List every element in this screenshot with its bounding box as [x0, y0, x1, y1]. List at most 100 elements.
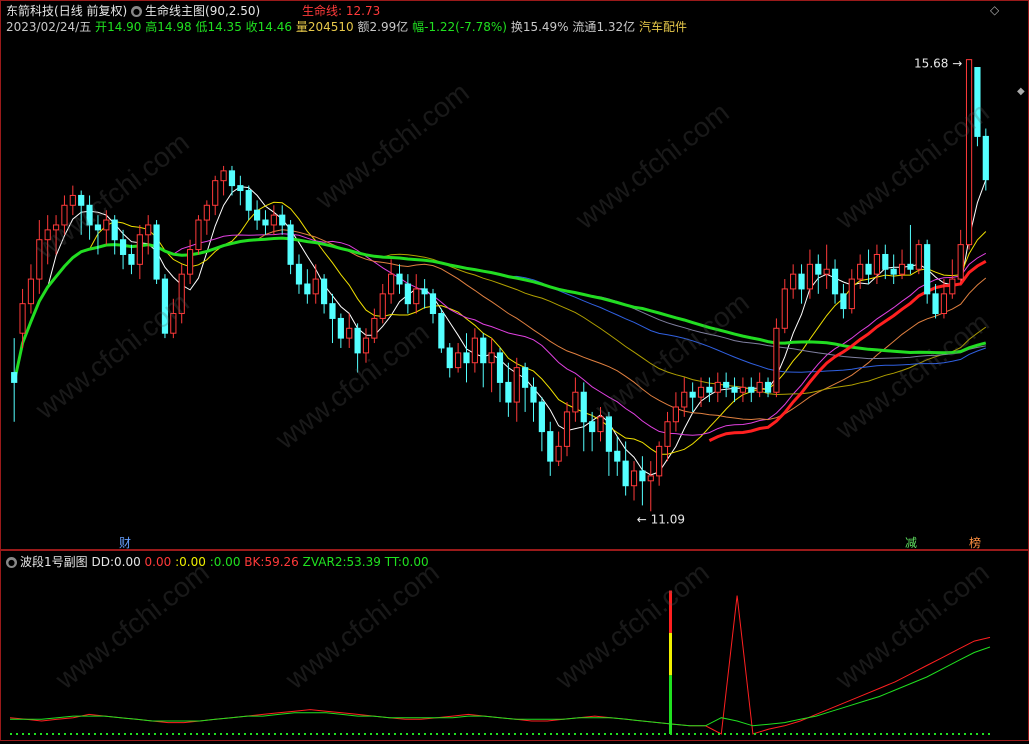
candle-body — [329, 303, 336, 319]
candle-body — [756, 381, 763, 393]
candle-body — [773, 327, 780, 393]
candle-body — [572, 391, 579, 413]
candle-body — [371, 317, 378, 339]
candle-body — [362, 337, 370, 354]
main-chart-svg[interactable]: 15.68 → ← 11.09 财 减 榜 — [0, 0, 1029, 550]
lifeline-label: 生命线: — [302, 4, 343, 18]
candle-body — [287, 224, 294, 265]
zvar2-label: ZVAR2: — [302, 555, 347, 569]
candle-body — [429, 293, 437, 315]
v1-value: 0.00 — [144, 555, 172, 569]
low-value: 14.35 — [207, 20, 242, 34]
candle-body — [714, 381, 721, 393]
candle-body — [228, 170, 236, 187]
candle-body — [455, 352, 462, 369]
candle-body — [321, 278, 328, 305]
dd-label: DD: — [91, 555, 114, 569]
candle-body — [580, 391, 587, 423]
signal-bar-yellow — [669, 632, 672, 676]
candle-body — [195, 219, 202, 251]
candle-body — [262, 219, 269, 226]
candle-body — [739, 386, 747, 393]
event-marker-bang: 榜 — [969, 535, 981, 550]
candle-body — [630, 470, 638, 487]
turnover-label: 换 — [510, 20, 523, 34]
candle-body — [312, 278, 319, 295]
candle-body — [153, 224, 160, 280]
amount-value: 2.99亿 — [369, 20, 409, 34]
candle-body — [463, 352, 470, 364]
candle-body — [932, 293, 939, 315]
float-label: 流通 — [572, 20, 597, 34]
candle-body — [279, 214, 286, 226]
open-value: 14.90 — [107, 20, 142, 34]
candle-body — [614, 450, 621, 462]
amount-label: 额 — [357, 20, 370, 34]
candle-body — [697, 386, 705, 398]
low-label: 低 — [195, 20, 208, 34]
candle-body — [957, 244, 964, 280]
open-label: 开 — [95, 20, 108, 34]
bk-label: BK: — [244, 555, 265, 569]
change-value: -1.22(-7.78%) — [424, 20, 507, 34]
indicator-toggle-icon[interactable]: ● — [131, 6, 143, 17]
title-row: 东箭科技(日线 前复权) ● 生命线主图(90,2.50) 生命线: 12.73 — [6, 2, 380, 19]
candle-body — [882, 253, 889, 270]
candle-body — [388, 273, 395, 295]
candle-body — [647, 475, 654, 482]
candle-body — [907, 263, 914, 270]
candle-body — [664, 421, 671, 447]
candle-body — [396, 273, 403, 285]
candle-body — [379, 293, 386, 319]
candle-body — [304, 283, 311, 295]
candle-body — [924, 244, 931, 295]
expand-diamond-icon[interactable]: ◇ — [990, 3, 999, 17]
event-marker-jian: 减 — [905, 536, 917, 550]
candle-body — [505, 381, 512, 403]
candle-body — [940, 293, 948, 315]
candle-body — [220, 170, 227, 182]
candle-body — [346, 327, 353, 339]
float-value: 1.32亿 — [596, 20, 636, 34]
candle-body — [136, 234, 143, 265]
high-value: 14.98 — [157, 20, 192, 34]
candle-body — [748, 386, 755, 393]
candle-body — [145, 224, 152, 236]
turnover-value: 15.49% — [522, 20, 569, 34]
volume-label: 量 — [295, 20, 308, 34]
candle-body — [840, 293, 847, 310]
main-indicator-name[interactable]: 生命线主图(90,2.50) — [145, 4, 260, 18]
event-marker-cai: 财 — [119, 536, 131, 550]
candle-body — [656, 445, 663, 477]
dd-value: 0.00 — [114, 555, 141, 569]
close-label: 收 — [245, 20, 258, 34]
sub-indicator-toggle-icon[interactable]: ● — [6, 557, 17, 568]
candle-body — [865, 263, 872, 275]
candle-body — [890, 268, 897, 275]
candle-body — [790, 273, 797, 290]
candle-body — [949, 278, 956, 295]
zvar2-value: 53.39 — [346, 555, 381, 569]
candle-body — [731, 386, 738, 393]
side-toggle-icon[interactable]: ◆ — [1017, 86, 1025, 97]
candle-body — [337, 317, 344, 339]
close-value: 14.46 — [257, 20, 293, 34]
candle-body — [823, 268, 830, 275]
sub-indicator-name[interactable]: 波段1号副图 — [20, 555, 88, 569]
sub-indicator-row: ● 波段1号副图 DD:0.00 0.00 :0.00 :0.00 BK:59.2… — [6, 553, 429, 570]
candle-body — [480, 337, 487, 364]
candle-body — [639, 470, 646, 482]
max-price-label: 15.68 → — [914, 57, 962, 71]
candle-body — [496, 352, 504, 383]
candle-body — [354, 327, 361, 354]
candle-body — [915, 244, 922, 270]
candle-body — [681, 391, 688, 408]
candle-body — [471, 337, 478, 364]
candle-body — [781, 288, 788, 329]
candle-body — [723, 381, 730, 388]
sector-label[interactable]: 汽车配件 — [639, 20, 687, 34]
candle-body — [438, 313, 445, 349]
bk-value: 59.26 — [264, 555, 299, 569]
candle-body — [597, 416, 604, 433]
v3-value: 0.00 — [213, 555, 241, 569]
